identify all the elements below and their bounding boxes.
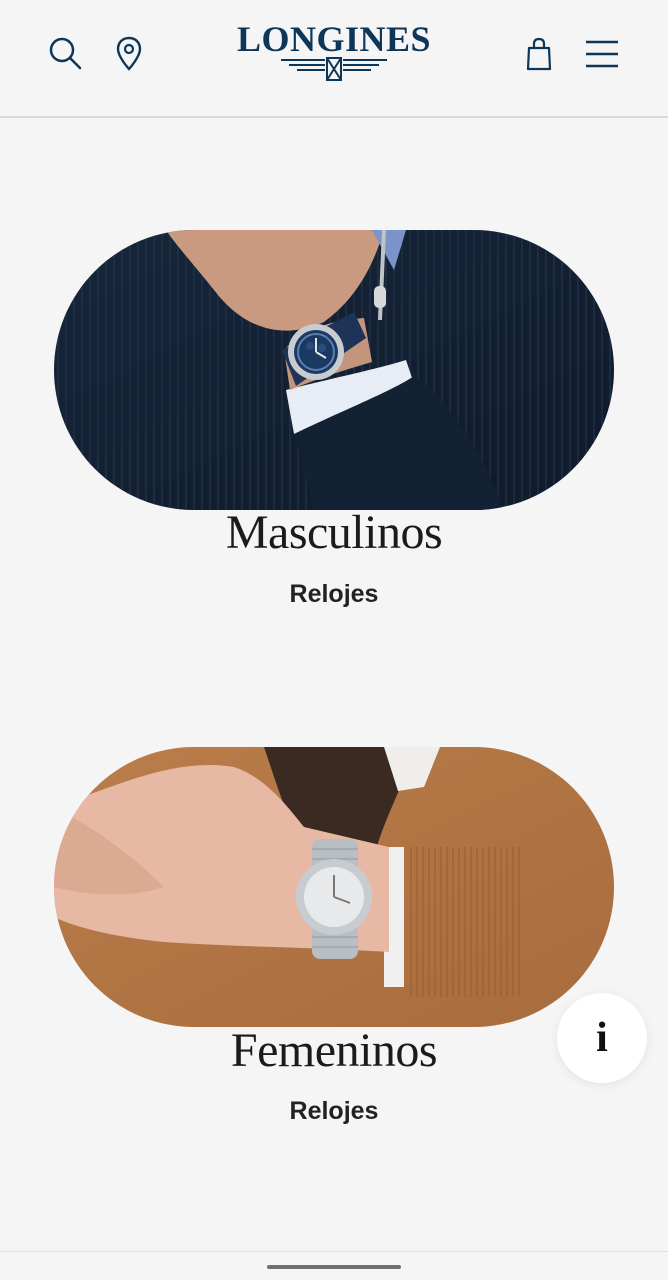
category-image-men[interactable] <box>54 230 614 510</box>
location-pin-icon[interactable] <box>112 34 146 74</box>
search-icon[interactable] <box>46 34 86 74</box>
category-title-men[interactable]: Masculinos <box>0 505 668 560</box>
info-icon: i <box>596 1015 608 1061</box>
home-indicator[interactable] <box>267 1265 401 1269</box>
top-header: LONGINES <box>0 0 668 118</box>
winged-hourglass-emblem <box>281 57 387 81</box>
bottom-divider <box>0 1251 668 1252</box>
category-subtitle-women[interactable]: Relojes <box>0 1097 668 1126</box>
longines-logo[interactable]: LONGINES <box>222 19 446 84</box>
hamburger-menu-icon[interactable] <box>582 36 622 72</box>
category-image-women[interactable] <box>54 747 614 1027</box>
shopping-bag-icon[interactable] <box>522 34 556 74</box>
brand-name: LONGINES <box>236 19 432 59</box>
category-subtitle-men[interactable]: Relojes <box>0 580 668 609</box>
info-button[interactable]: i <box>557 993 647 1083</box>
